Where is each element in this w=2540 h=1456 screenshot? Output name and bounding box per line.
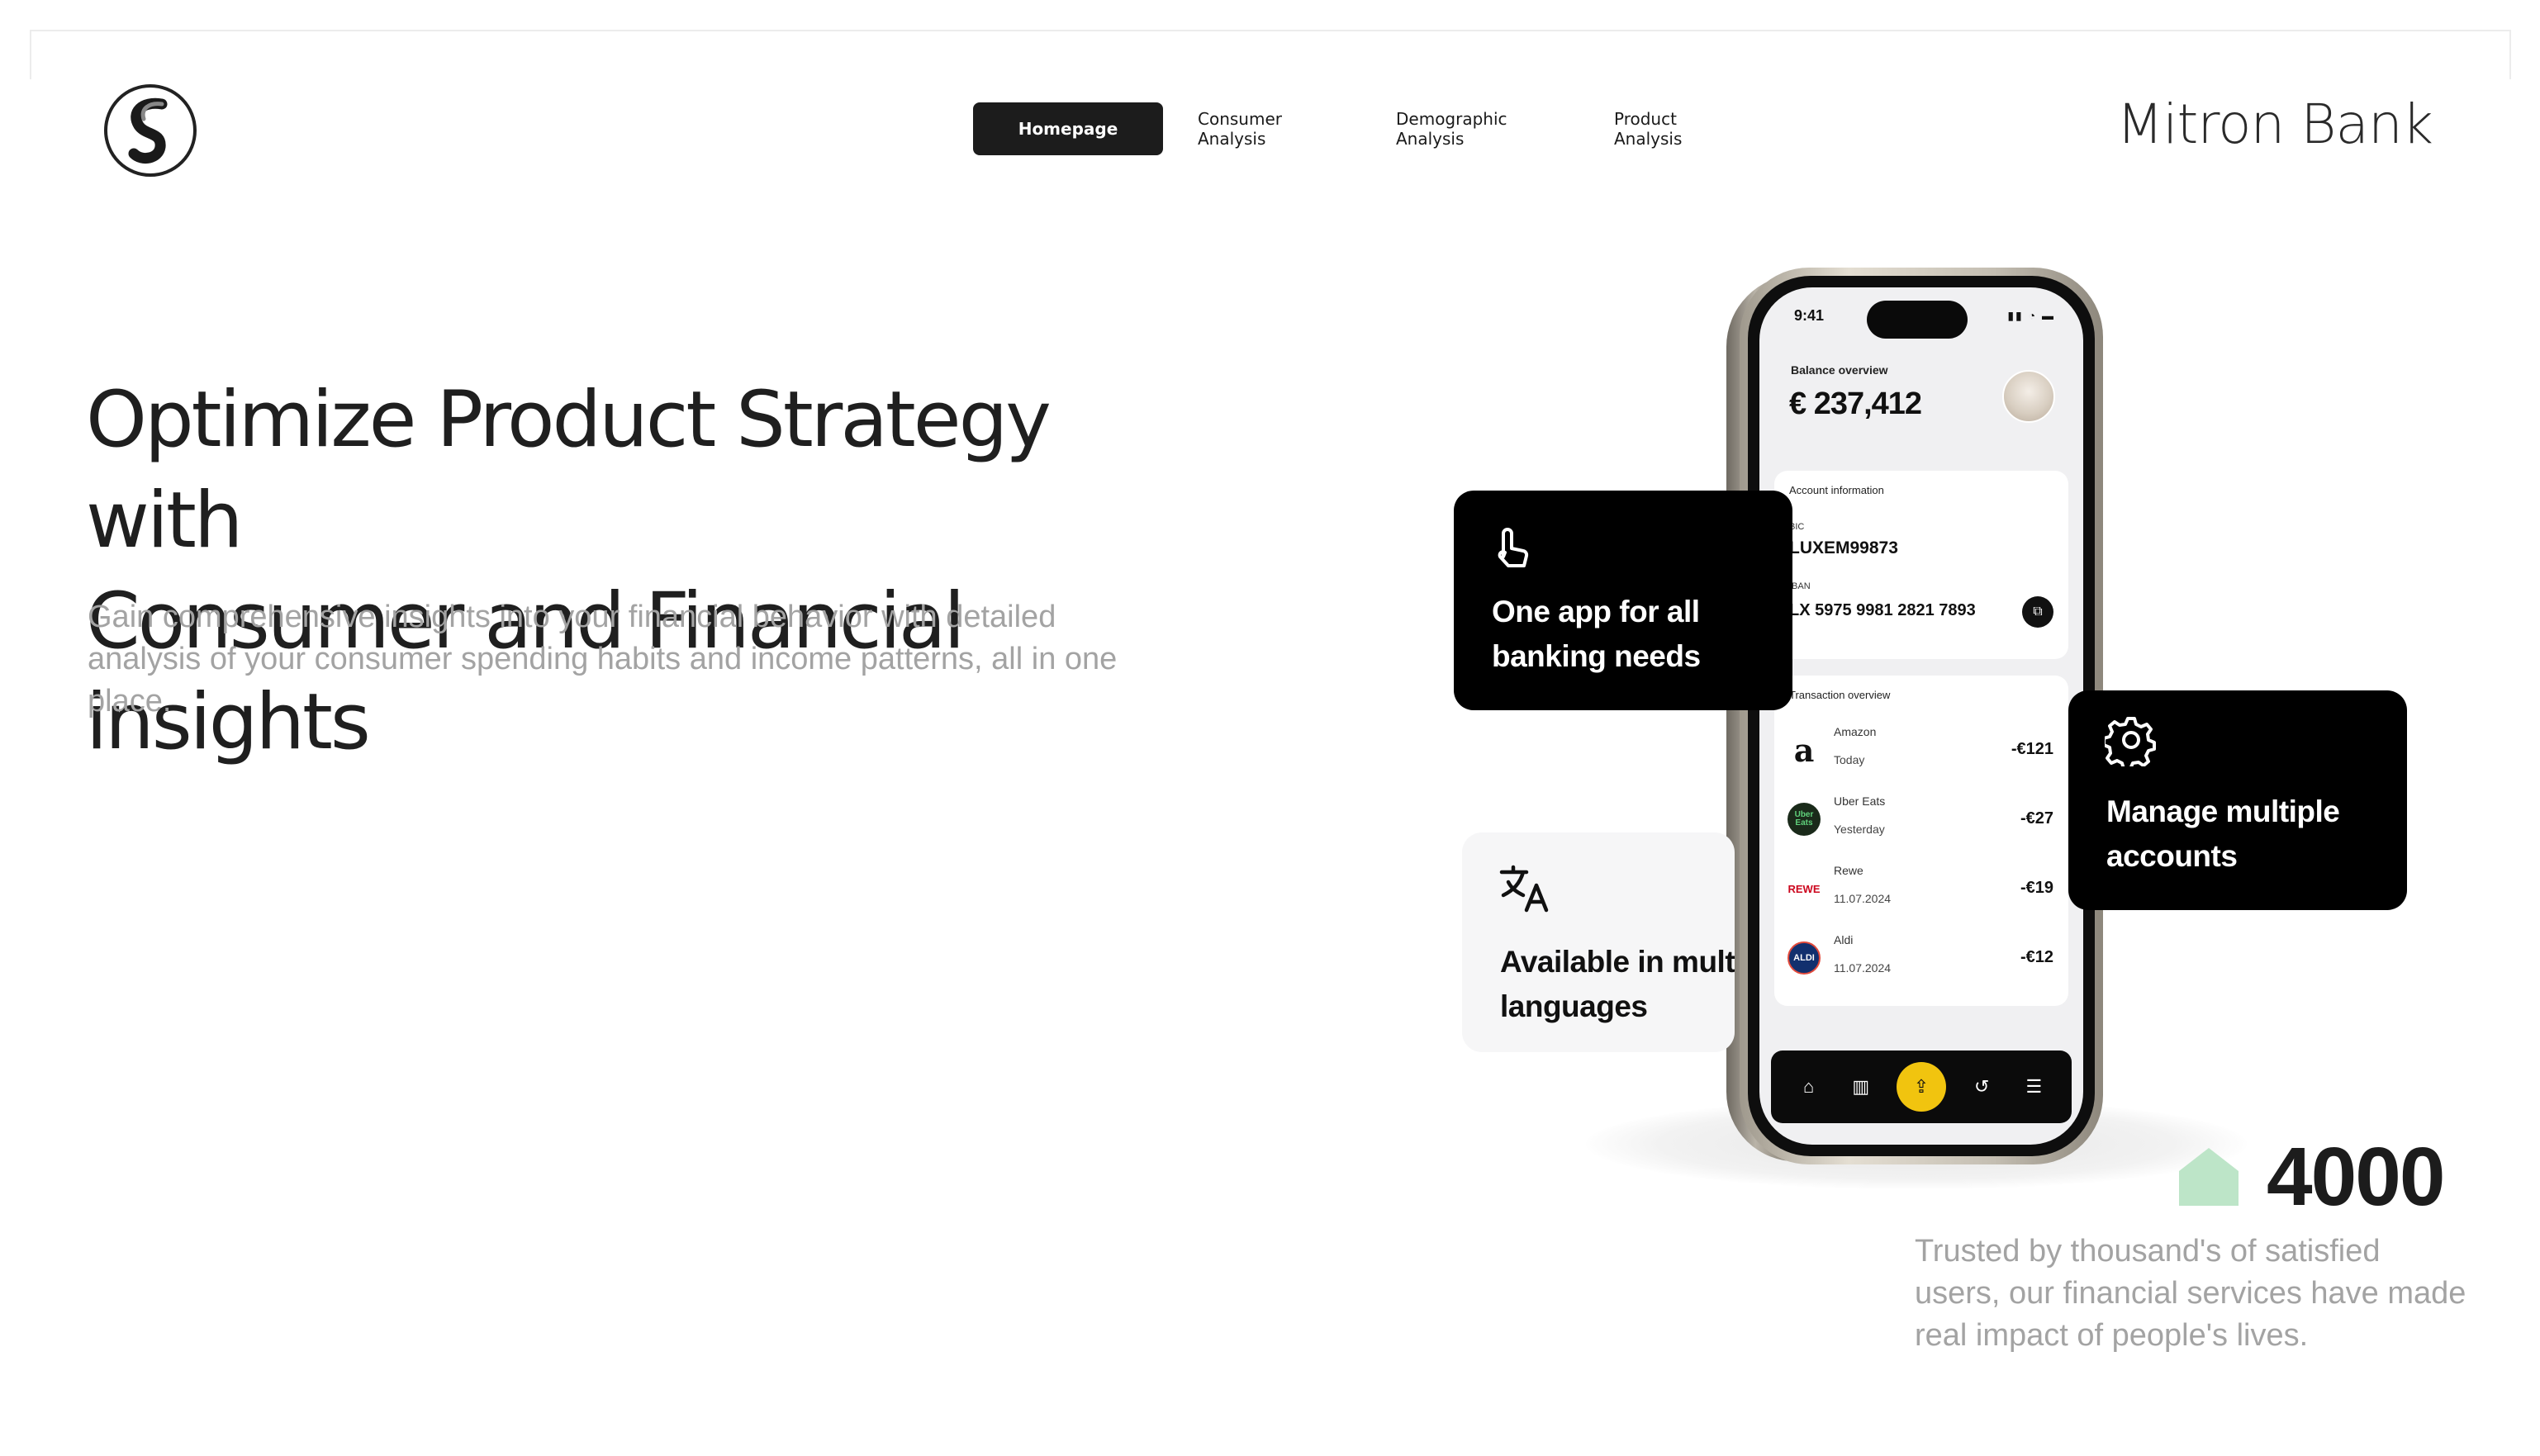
tx-date: 11.07.2024 bbox=[1834, 961, 1892, 975]
transaction-row[interactable]: REWE Rewe 11.07.2024 -€19 bbox=[1787, 864, 2054, 923]
dynamic-island bbox=[1867, 301, 1968, 339]
transaction-row[interactable]: Uber Eats Uber Eats Yesterday -€27 bbox=[1787, 794, 2053, 854]
tx-date: 11.07.2024 bbox=[1834, 892, 1892, 905]
balance-label: Balance overview bbox=[1791, 363, 1888, 377]
feature-card-manage: Manage multiple accounts bbox=[2068, 690, 2407, 910]
brand-name: Mitron Bank bbox=[2116, 92, 2433, 156]
phone-mockup: 9:41 ▮▮ ◔ ▬ Balance overview € 237,412 A… bbox=[1740, 268, 2103, 1164]
stat-value: 4000 bbox=[2267, 1131, 2445, 1223]
phone-tabbar: ⌂ ▥ ⇪ ↺ ☰ bbox=[1771, 1051, 2072, 1123]
tx-name: Uber Eats bbox=[1834, 794, 1886, 808]
tx-amount: -€19 bbox=[2020, 879, 2053, 897]
copy-icon[interactable]: ⧉ bbox=[2022, 596, 2053, 628]
tx-date: Today bbox=[1834, 753, 1865, 766]
nav-product-analysis[interactable]: Product Analysis bbox=[1614, 102, 1743, 155]
stat-description: Trusted by thousand's of satisfied users… bbox=[1915, 1234, 2466, 1353]
feature-one-app-text: One app for all banking needs bbox=[1492, 595, 1701, 673]
gear-icon bbox=[2105, 717, 2156, 766]
phone-bezel: 9:41 ▮▮ ◔ ▬ Balance overview € 237,412 A… bbox=[1748, 276, 2095, 1156]
transaction-card: Transaction overview a Amazon Today -€12… bbox=[1774, 676, 2068, 1006]
feature-manage-text: Manage multiple accounts bbox=[2106, 794, 2340, 873]
transaction-row[interactable]: a Amazon Today -€121 bbox=[1787, 725, 2053, 785]
aldi-logo: ALDI bbox=[1787, 941, 1821, 975]
nav-consumer-analysis[interactable]: Consumer Analysis bbox=[1198, 102, 1351, 155]
amazon-logo: a bbox=[1793, 731, 1815, 769]
tx-amount: -€27 bbox=[2020, 809, 2053, 828]
account-header: Account information bbox=[1789, 484, 1884, 496]
rewe-logo: REWE bbox=[1787, 882, 1821, 895]
menu-icon[interactable]: ☰ bbox=[2017, 1070, 2050, 1103]
nav-demographic-analysis[interactable]: Demographic Analysis bbox=[1396, 102, 1569, 155]
uber-eats-logo: Uber Eats bbox=[1787, 803, 1821, 836]
nav-homepage[interactable]: Homepage bbox=[973, 102, 1163, 155]
hero-subtitle: Gain comprehensive insights into your fi… bbox=[88, 600, 1118, 719]
tx-date: Yesterday bbox=[1834, 823, 1885, 836]
chart-icon[interactable]: ▥ bbox=[1844, 1070, 1878, 1103]
status-icons: ▮▮ ◔ ▬ bbox=[2007, 309, 2055, 322]
iban-value: LX 5975 9981 2821 7893 bbox=[1789, 601, 1976, 619]
tap-hand-icon bbox=[1498, 528, 1529, 567]
transaction-header: Transaction overview bbox=[1789, 689, 1891, 701]
avatar[interactable] bbox=[2002, 370, 2055, 423]
tx-name: Aldi bbox=[1834, 933, 1854, 946]
translate-icon bbox=[1499, 865, 1549, 913]
house-icon bbox=[2179, 1148, 2239, 1206]
account-card: Account information BIC LUXEM99873 IBAN … bbox=[1774, 471, 2068, 659]
page-frame-top bbox=[30, 30, 2511, 79]
bic-value: LUXEM99873 bbox=[1789, 538, 1898, 557]
tx-name: Rewe bbox=[1834, 864, 1863, 877]
transaction-row[interactable]: ALDI Aldi 11.07.2024 -€12 bbox=[1787, 933, 2053, 993]
phone-screen: 9:41 ▮▮ ◔ ▬ Balance overview € 237,412 A… bbox=[1759, 287, 2083, 1145]
feature-languages-text: Available in multiple languages bbox=[1500, 945, 1735, 1023]
status-time: 9:41 bbox=[1794, 307, 1825, 324]
balance-value: € 237,412 bbox=[1789, 387, 1922, 421]
home-icon[interactable]: ⌂ bbox=[1792, 1070, 1825, 1103]
tx-amount: -€12 bbox=[2020, 948, 2053, 966]
feature-card-one-app: One app for all banking needs bbox=[1454, 491, 1792, 710]
history-icon[interactable]: ↺ bbox=[1965, 1070, 1998, 1103]
tx-name: Amazon bbox=[1834, 725, 1877, 738]
feature-card-languages: Available in multiple languages bbox=[1462, 832, 1735, 1052]
hero-title-line1: Optimize Product Strategy with bbox=[86, 375, 1052, 566]
transfer-icon[interactable]: ⇪ bbox=[1896, 1062, 1946, 1112]
tx-amount: -€121 bbox=[2011, 740, 2053, 758]
s-monogram-logo[interactable] bbox=[102, 83, 198, 178]
main-nav: Homepage Consumer Analysis Demographic A… bbox=[973, 102, 1743, 155]
